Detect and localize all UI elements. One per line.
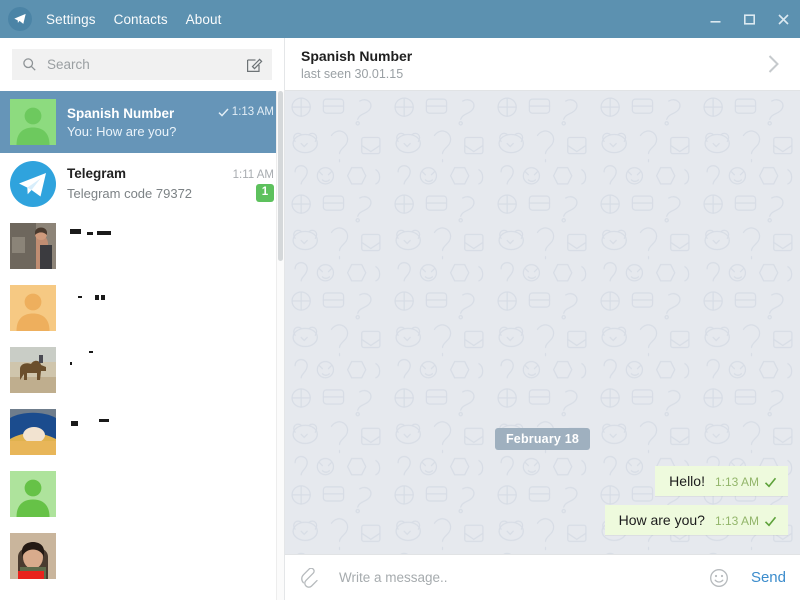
check-icon (218, 107, 229, 118)
message-area: February 18 Hello! 1:13 AM How are you? … (285, 91, 800, 554)
chat-item-preview: You: How are you? (67, 123, 177, 139)
paperclip-icon[interactable] (299, 567, 321, 588)
message-row: Hello! 1:13 AM (297, 466, 788, 496)
chat-status: last seen 30.01.15 (301, 66, 404, 81)
avatar (10, 471, 56, 517)
avatar (10, 533, 56, 579)
chat-item-content: Telegram 1:11 AM Telegram code 79372 1 (67, 166, 274, 202)
chat-item-time: 1:13 AM (231, 106, 274, 118)
chat-item-content-redacted (67, 525, 274, 587)
chat-list-item[interactable] (0, 277, 284, 339)
chat-item-top-line: Spanish Number 1:13 AM (67, 106, 274, 121)
avatar (10, 223, 56, 269)
chat-item-content: Spanish Number 1:13 AM You: How are you? (67, 106, 274, 139)
message-time: 1:13 AM (714, 514, 759, 528)
avatar (10, 161, 56, 207)
message-bubble[interactable]: Hello! 1:13 AM (655, 466, 788, 496)
chat-list-item[interactable] (0, 525, 284, 587)
title-bar: Settings Contacts About (0, 0, 800, 38)
telegram-plane-icon (8, 7, 32, 31)
send-button[interactable]: Send (751, 569, 786, 586)
chat-item-content-redacted (67, 401, 274, 463)
chat-item-bottom-line: You: How are you? (67, 124, 274, 139)
search-icon (22, 57, 38, 72)
chat-header-text: Spanish Number last seen 30.01.15 (301, 48, 412, 81)
chat-pane: Spanish Number last seen 30.01.15 Februa… (285, 38, 800, 600)
avatar (10, 99, 56, 145)
unread-badge: 1 (256, 184, 274, 202)
search-box[interactable] (12, 49, 272, 80)
main-body: Spanish Number 1:13 AM You: How are you? (0, 38, 800, 600)
chat-item-name: Spanish Number (67, 105, 175, 121)
sidebar-scrollbar-thumb[interactable] (278, 91, 283, 261)
chat-item-content-redacted (67, 215, 274, 277)
chat-item-top-line: Telegram 1:11 AM (67, 166, 274, 181)
chevron-right-icon[interactable] (762, 53, 784, 75)
chat-list-item-spanish-number[interactable]: Spanish Number 1:13 AM You: How are you? (0, 91, 284, 153)
chat-list-item[interactable] (0, 463, 284, 525)
message-composer: Send (285, 554, 800, 600)
chat-item-meta: 1:13 AM (210, 106, 274, 118)
message-text: Hello! (669, 473, 705, 489)
compose-pencil-icon[interactable] (244, 56, 264, 73)
chat-item-bottom-line: Telegram code 79372 1 (67, 184, 274, 202)
sidebar-scrollbar[interactable] (276, 91, 284, 600)
message-bubble[interactable]: How are you? 1:13 AM (604, 505, 788, 535)
window-controls (698, 0, 800, 38)
message-row: How are you? 1:13 AM (297, 505, 788, 535)
chat-list-item[interactable] (0, 215, 284, 277)
search-input[interactable] (38, 57, 244, 72)
chat-list-item[interactable] (0, 339, 284, 401)
maximize-icon[interactable] (732, 0, 766, 38)
chat-list-item[interactable] (0, 401, 284, 463)
chat-item-preview: Telegram code 79372 (67, 185, 193, 201)
search-bar (0, 38, 284, 91)
date-separator-row: February 18 (297, 428, 788, 450)
check-icon (764, 515, 777, 528)
avatar (10, 285, 56, 331)
menu-item-about[interactable]: About (186, 12, 222, 27)
close-icon[interactable] (766, 0, 800, 38)
message-meta: 1:13 AM (715, 514, 777, 528)
sidebar: Spanish Number 1:13 AM You: How are you? (0, 38, 285, 600)
smiley-icon[interactable] (709, 568, 731, 588)
menu-item-contacts[interactable]: Contacts (114, 12, 168, 27)
chat-item-content-redacted (67, 339, 274, 401)
main-menu: Settings Contacts About (42, 12, 221, 27)
check-icon (764, 476, 777, 489)
chat-item-time: 1:11 AM (232, 169, 274, 181)
chat-title: Spanish Number (301, 47, 413, 64)
message-text: How are you? (618, 512, 705, 528)
chat-item-content-redacted (67, 463, 274, 525)
menu-item-settings[interactable]: Settings (46, 12, 96, 27)
avatar (10, 347, 56, 393)
message-input[interactable] (321, 570, 709, 585)
chat-list[interactable]: Spanish Number 1:13 AM You: How are you? (0, 91, 284, 600)
date-separator: February 18 (494, 428, 591, 450)
chat-list-item-telegram[interactable]: Telegram 1:11 AM Telegram code 79372 1 (0, 153, 284, 215)
chat-item-meta: 1:11 AM (225, 169, 274, 181)
avatar (10, 409, 56, 455)
chat-header[interactable]: Spanish Number last seen 30.01.15 (285, 38, 800, 91)
message-meta: 1:13 AM (715, 475, 777, 489)
chat-item-content-redacted (67, 277, 274, 339)
chat-item-name: Telegram (67, 166, 127, 181)
message-time: 1:13 AM (714, 475, 759, 489)
telegram-window: Settings Contacts About Search Spanish N… (0, 0, 800, 600)
minimize-icon[interactable] (698, 0, 732, 38)
